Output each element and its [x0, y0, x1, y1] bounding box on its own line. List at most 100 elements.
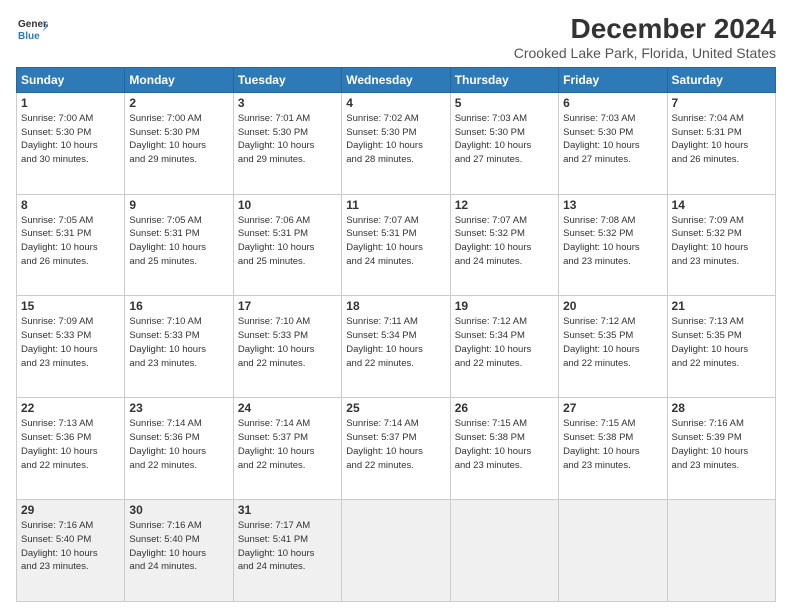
day-info: Sunrise: 7:02 AMSunset: 5:30 PMDaylight:…: [346, 112, 445, 167]
table-row: 20 Sunrise: 7:12 AMSunset: 5:35 PMDayligh…: [559, 296, 667, 398]
day-number: 1: [21, 96, 120, 110]
table-row: [450, 500, 558, 602]
day-number: 15: [21, 299, 120, 313]
title-block: December 2024 Crooked Lake Park, Florida…: [514, 14, 776, 61]
day-info: Sunrise: 7:17 AMSunset: 5:41 PMDaylight:…: [238, 519, 337, 574]
table-row: 27Sunrise: 7:15 AMSunset: 5:38 PMDayligh…: [559, 398, 667, 500]
page: General Blue December 2024 Crooked Lake …: [0, 0, 792, 612]
header-wednesday: Wednesday: [342, 67, 450, 92]
table-row: 15 Sunrise: 7:09 AMSunset: 5:33 PMDayligh…: [17, 296, 125, 398]
day-number: 27: [563, 401, 662, 415]
day-info: Sunrise: 7:13 AMSunset: 5:36 PMDaylight:…: [21, 417, 120, 472]
day-info: Sunrise: 7:09 AMSunset: 5:33 PMDaylight:…: [21, 315, 120, 370]
day-info: Sunrise: 7:03 AMSunset: 5:30 PMDaylight:…: [563, 112, 662, 167]
svg-text:General: General: [18, 19, 48, 30]
day-number: 10: [238, 198, 337, 212]
day-info: Sunrise: 7:06 AMSunset: 5:31 PMDaylight:…: [238, 214, 337, 269]
day-info: Sunrise: 7:16 AMSunset: 5:40 PMDaylight:…: [129, 519, 228, 574]
day-info: Sunrise: 7:14 AMSunset: 5:37 PMDaylight:…: [238, 417, 337, 472]
day-info: Sunrise: 7:12 AMSunset: 5:35 PMDaylight:…: [563, 315, 662, 370]
header-saturday: Saturday: [667, 67, 775, 92]
calendar-title: December 2024: [514, 14, 776, 45]
table-row: 8 Sunrise: 7:05 AMSunset: 5:31 PMDaylight…: [17, 194, 125, 296]
day-info: Sunrise: 7:14 AMSunset: 5:37 PMDaylight:…: [346, 417, 445, 472]
table-row: 4Sunrise: 7:02 AMSunset: 5:30 PMDaylight…: [342, 92, 450, 194]
day-number: 26: [455, 401, 554, 415]
table-row: 28 Sunrise: 7:16 AMSunset: 5:39 PMDayligh…: [667, 398, 775, 500]
day-info: Sunrise: 7:03 AMSunset: 5:30 PMDaylight:…: [455, 112, 554, 167]
day-number: 29: [21, 503, 120, 517]
table-row: 3 Sunrise: 7:01 AMSunset: 5:30 PMDaylight…: [233, 92, 341, 194]
day-info: Sunrise: 7:10 AMSunset: 5:33 PMDaylight:…: [129, 315, 228, 370]
svg-text:Blue: Blue: [18, 31, 40, 42]
day-number: 22: [21, 401, 120, 415]
day-info: Sunrise: 7:13 AMSunset: 5:35 PMDaylight:…: [672, 315, 771, 370]
table-row: 25Sunrise: 7:14 AMSunset: 5:37 PMDayligh…: [342, 398, 450, 500]
day-info: Sunrise: 7:15 AMSunset: 5:38 PMDaylight:…: [455, 417, 554, 472]
day-info: Sunrise: 7:09 AMSunset: 5:32 PMDaylight:…: [672, 214, 771, 269]
table-row: 7Sunrise: 7:04 AMSunset: 5:31 PMDaylight…: [667, 92, 775, 194]
day-info: Sunrise: 7:01 AMSunset: 5:30 PMDaylight:…: [238, 112, 337, 167]
calendar-table: Sunday Monday Tuesday Wednesday Thursday…: [16, 67, 776, 602]
day-number: 23: [129, 401, 228, 415]
day-number: 6: [563, 96, 662, 110]
calendar-header-row: Sunday Monday Tuesday Wednesday Thursday…: [17, 67, 776, 92]
table-row: [559, 500, 667, 602]
header-tuesday: Tuesday: [233, 67, 341, 92]
day-number: 18: [346, 299, 445, 313]
table-row: 5 Sunrise: 7:03 AMSunset: 5:30 PMDaylight…: [450, 92, 558, 194]
day-info: Sunrise: 7:16 AMSunset: 5:39 PMDaylight:…: [672, 417, 771, 472]
table-row: 30Sunrise: 7:16 AMSunset: 5:40 PMDayligh…: [125, 500, 233, 602]
table-row: 2 Sunrise: 7:00 AMSunset: 5:30 PMDaylight…: [125, 92, 233, 194]
day-number: 20: [563, 299, 662, 313]
table-row: 23 Sunrise: 7:14 AMSunset: 5:36 PMDayligh…: [125, 398, 233, 500]
day-info: Sunrise: 7:00 AMSunset: 5:30 PMDaylight:…: [129, 112, 228, 167]
table-row: 10 Sunrise: 7:06 AMSunset: 5:31 PMDayligh…: [233, 194, 341, 296]
table-row: [667, 500, 775, 602]
day-number: 12: [455, 198, 554, 212]
day-info: Sunrise: 7:05 AMSunset: 5:31 PMDaylight:…: [21, 214, 120, 269]
table-row: 11 Sunrise: 7:07 AMSunset: 5:31 PMDayligh…: [342, 194, 450, 296]
table-row: 22 Sunrise: 7:13 AMSunset: 5:36 PMDayligh…: [17, 398, 125, 500]
table-row: 26 Sunrise: 7:15 AMSunset: 5:38 PMDayligh…: [450, 398, 558, 500]
day-number: 14: [672, 198, 771, 212]
day-info: Sunrise: 7:07 AMSunset: 5:31 PMDaylight:…: [346, 214, 445, 269]
day-number: 16: [129, 299, 228, 313]
day-number: 5: [455, 96, 554, 110]
day-info: Sunrise: 7:08 AMSunset: 5:32 PMDaylight:…: [563, 214, 662, 269]
day-info: Sunrise: 7:00 AMSunset: 5:30 PMDaylight:…: [21, 112, 120, 167]
day-number: 3: [238, 96, 337, 110]
day-number: 17: [238, 299, 337, 313]
header-sunday: Sunday: [17, 67, 125, 92]
calendar-week-row: 8 Sunrise: 7:05 AMSunset: 5:31 PMDaylight…: [17, 194, 776, 296]
table-row: 18 Sunrise: 7:11 AMSunset: 5:34 PMDayligh…: [342, 296, 450, 398]
table-row: 24 Sunrise: 7:14 AMSunset: 5:37 PMDayligh…: [233, 398, 341, 500]
table-row: 17 Sunrise: 7:10 AMSunset: 5:33 PMDayligh…: [233, 296, 341, 398]
day-number: 2: [129, 96, 228, 110]
day-number: 8: [21, 198, 120, 212]
header: General Blue December 2024 Crooked Lake …: [16, 14, 776, 61]
table-row: 12Sunrise: 7:07 AMSunset: 5:32 PMDayligh…: [450, 194, 558, 296]
day-number: 13: [563, 198, 662, 212]
day-info: Sunrise: 7:12 AMSunset: 5:34 PMDaylight:…: [455, 315, 554, 370]
day-number: 19: [455, 299, 554, 313]
table-row: 1 Sunrise: 7:00 AMSunset: 5:30 PMDaylight…: [17, 92, 125, 194]
day-info: Sunrise: 7:11 AMSunset: 5:34 PMDaylight:…: [346, 315, 445, 370]
logo: General Blue: [16, 14, 48, 46]
day-info: Sunrise: 7:10 AMSunset: 5:33 PMDaylight:…: [238, 315, 337, 370]
day-number: 9: [129, 198, 228, 212]
day-info: Sunrise: 7:16 AMSunset: 5:40 PMDaylight:…: [21, 519, 120, 574]
table-row: 29 Sunrise: 7:16 AMSunset: 5:40 PMDayligh…: [17, 500, 125, 602]
day-number: 28: [672, 401, 771, 415]
day-info: Sunrise: 7:05 AMSunset: 5:31 PMDaylight:…: [129, 214, 228, 269]
header-friday: Friday: [559, 67, 667, 92]
day-number: 24: [238, 401, 337, 415]
table-row: 14 Sunrise: 7:09 AMSunset: 5:32 PMDayligh…: [667, 194, 775, 296]
calendar-week-row: 29 Sunrise: 7:16 AMSunset: 5:40 PMDayligh…: [17, 500, 776, 602]
table-row: 9 Sunrise: 7:05 AMSunset: 5:31 PMDaylight…: [125, 194, 233, 296]
calendar-week-row: 22 Sunrise: 7:13 AMSunset: 5:36 PMDayligh…: [17, 398, 776, 500]
day-number: 21: [672, 299, 771, 313]
day-number: 11: [346, 198, 445, 212]
logo-svg: General Blue: [16, 14, 48, 46]
day-info: Sunrise: 7:14 AMSunset: 5:36 PMDaylight:…: [129, 417, 228, 472]
